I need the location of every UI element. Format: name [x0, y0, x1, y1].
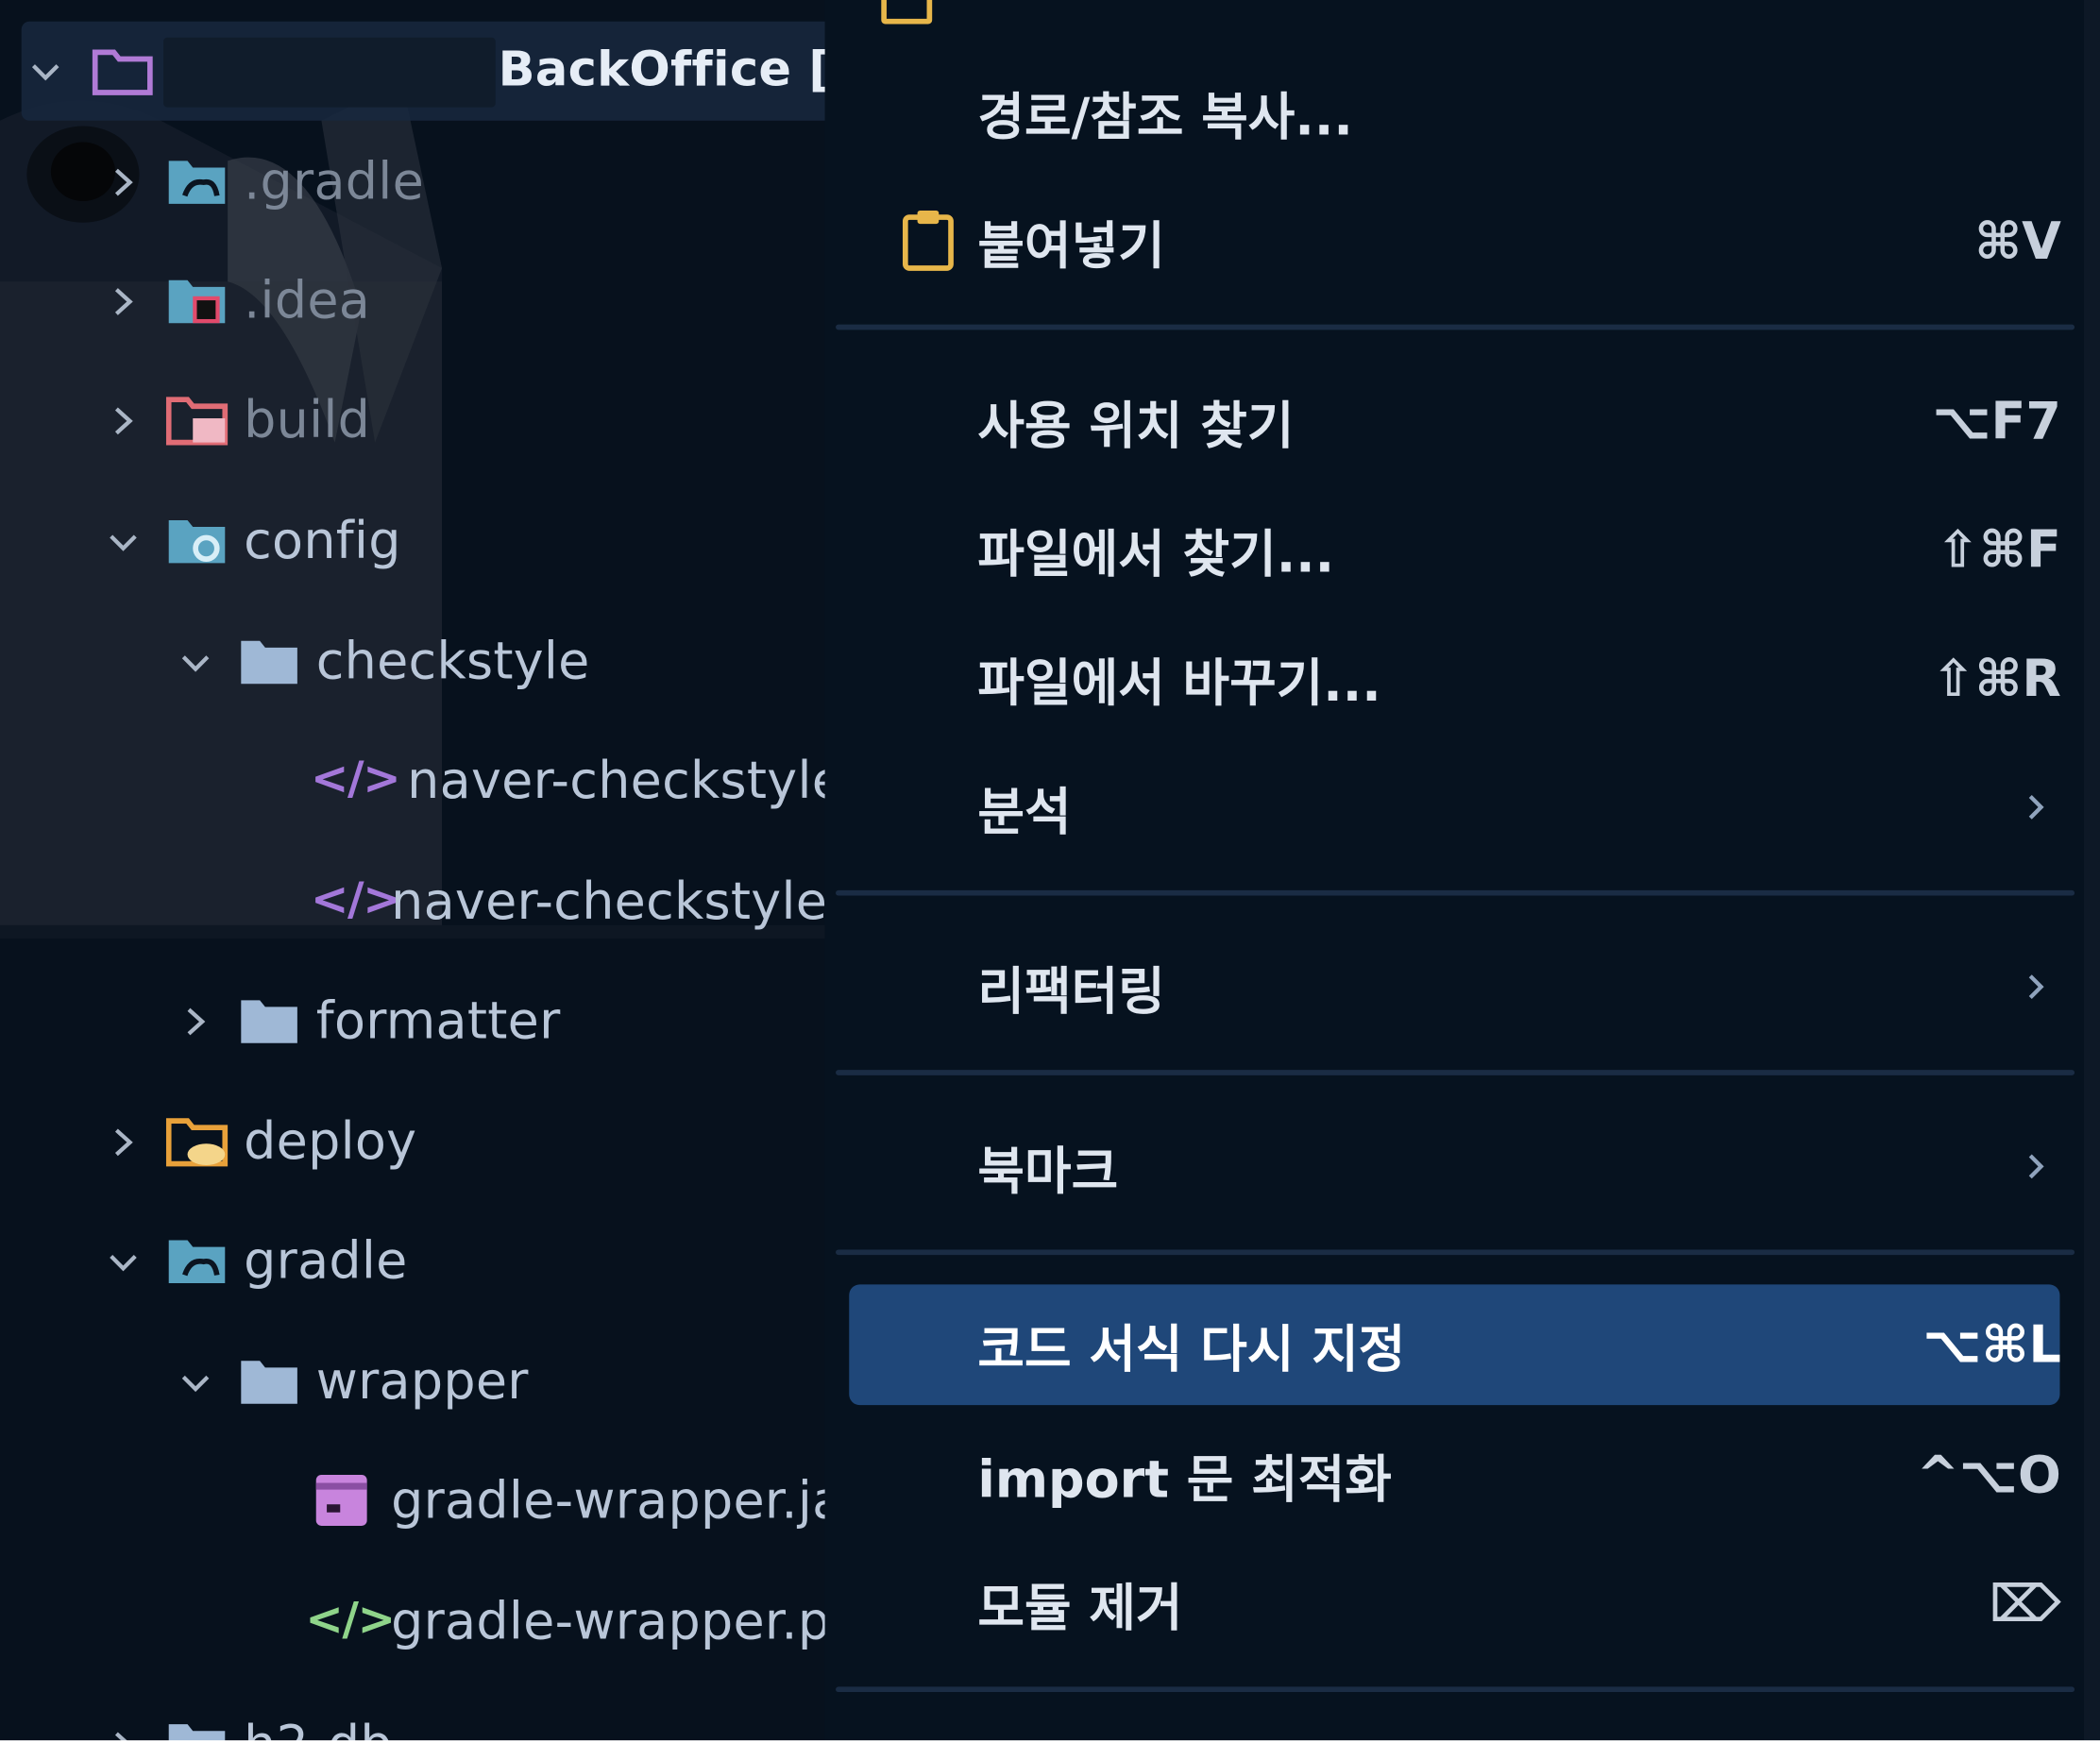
tree-item-formatter[interactable]: formatter: [0, 981, 825, 1061]
menu-separator: [836, 324, 2075, 330]
tree-item-dot-gradle[interactable]: .gradle: [0, 143, 825, 223]
menu-item-find-in-files[interactable]: 파일에서 찾기... ⇧⌘F: [849, 496, 2061, 603]
tree-item-naver-checkstyle-2[interactable]: </> naver-checkstyle-: [0, 862, 825, 942]
tree-item-label: h2-db: [244, 1715, 393, 1743]
tree-item-config[interactable]: config: [0, 501, 825, 582]
menu-item-replace-in-files[interactable]: 파일에서 바꾸기... ⇧⌘R: [849, 625, 2061, 733]
tree-item-label: checkstyle: [315, 631, 590, 691]
tree-item-h2-db[interactable]: h2-db: [0, 1705, 825, 1743]
screenshot-stage: BackOffice [B .gradle .idea: [0, 0, 2100, 1743]
chevron-down-icon[interactable]: [107, 526, 139, 558]
tree-item-checkstyle[interactable]: checkstyle: [0, 622, 825, 702]
chevron-right-icon[interactable]: [107, 166, 139, 198]
build-folder-icon: [165, 394, 230, 448]
menu-item-label: 북마크: [977, 1142, 1119, 1201]
menu-item-shortcut: ⌥F7: [1932, 391, 2061, 451]
tree-item-label: .gradle: [244, 151, 425, 212]
chevron-down-icon[interactable]: [107, 1245, 139, 1278]
menu-item-paste[interactable]: 붙여넣기 ⌘V: [849, 188, 2061, 296]
menu-item-find-usages[interactable]: 사용 위치 찾기 ⌥F7: [849, 367, 2061, 475]
module-folder-icon: [91, 44, 155, 98]
jar-file-icon: [313, 1475, 378, 1529]
deploy-folder-icon: [165, 1115, 230, 1169]
chevron-right-icon[interactable]: [107, 285, 139, 317]
submenu-arrow-icon: [2025, 789, 2047, 824]
tree-item-label: gradle-wrapper.p: [391, 1591, 825, 1651]
xml-file-icon: </>: [311, 872, 401, 927]
tree-item-gradle-wrapper-properties[interactable]: </> gradle-wrapper.p: [0, 1582, 825, 1663]
menu-item-shortcut: ⌥⌘L: [1922, 1315, 2061, 1375]
tree-item-build[interactable]: build: [0, 381, 825, 461]
folder-icon: [238, 1356, 302, 1410]
menu-item-label: 사용 위치 찾기: [977, 396, 1295, 456]
tree-item-label: build: [244, 390, 371, 449]
editor-gutter-strip: [2083, 0, 2100, 1743]
folder-icon: [166, 1718, 230, 1743]
chevron-right-icon[interactable]: [107, 1126, 139, 1159]
folder-icon: [238, 635, 302, 689]
menu-item-label: 파일에서 찾기...: [977, 524, 1335, 584]
clipboard-icon: [900, 210, 958, 274]
chevron-right-icon[interactable]: [107, 405, 139, 437]
tree-item-label: naver-checkstyle-: [391, 872, 825, 931]
menu-item-analyze[interactable]: 분석: [849, 753, 2059, 861]
folder-icon: [238, 995, 302, 1049]
menu-item-label: 모듈 제거: [977, 1579, 1183, 1638]
tree-item-naver-checkstyle-1[interactable]: </> naver-checkstyle: [0, 741, 825, 821]
menu-item-label: 코드 서식 다시 지정: [977, 1319, 1406, 1379]
tree-root-row[interactable]: BackOffice [B: [21, 21, 825, 121]
menu-item-label: import 문 최적화: [977, 1449, 1392, 1510]
tree-item-label: config: [244, 511, 401, 570]
menu-item-label: 분석: [977, 782, 1072, 842]
tree-item-gradle[interactable]: gradle: [0, 1222, 825, 1302]
menu-separator: [836, 1070, 2075, 1075]
tree-root-label: BackOffice [B: [498, 42, 825, 98]
xml-file-icon: </>: [311, 752, 401, 806]
tree-item-label: naver-checkstyle: [407, 751, 825, 810]
chevron-down-icon[interactable]: [29, 55, 61, 87]
menu-item-shortcut: ⌘V: [1974, 212, 2061, 271]
menu-item-label: 붙여넣기: [977, 216, 1165, 276]
context-menu: 경로/참조 복사... 붙여넣기 ⌘V 사용 위치 찾기 ⌥F7 파일에서 찾기…: [824, 0, 2100, 1743]
clipboard-icon: [881, 0, 933, 25]
gradle-folder-icon: [166, 156, 230, 210]
tree-item-label: gradle: [244, 1230, 408, 1291]
tree-item-label: deploy: [244, 1111, 417, 1171]
submenu-arrow-icon: [2025, 970, 2047, 1005]
menu-item-refactor[interactable]: 리팩터링: [849, 933, 2059, 1041]
submenu-arrow-icon: [2025, 1149, 2047, 1184]
project-tree-panel: BackOffice [B .gradle .idea: [0, 0, 825, 1743]
menu-item-reformat-code[interactable]: 코드 서식 다시 지정 ⌥⌘L: [849, 1284, 2061, 1406]
tree-item-wrapper[interactable]: wrapper: [0, 1342, 825, 1422]
tree-item-label: wrapper: [315, 1351, 529, 1412]
menu-item-optimize-imports[interactable]: import 문 최적화 ^⌥O: [849, 1421, 2061, 1529]
menu-item-copy-path[interactable]: 경로/참조 복사...: [849, 59, 2059, 166]
menu-item-shortcut: ⌦: [1989, 1574, 2061, 1633]
menu-item-shortcut: ^⌥O: [1916, 1445, 2061, 1505]
menu-item-remove-module[interactable]: 모듈 제거 ⌦: [849, 1550, 2061, 1658]
chevron-down-icon[interactable]: [179, 1366, 212, 1398]
idea-folder-icon: [166, 275, 230, 329]
menu-item-label: 경로/참조 복사...: [977, 88, 1353, 147]
menu-item-shortcut: ⇧⌘R: [1932, 649, 2061, 708]
menu-separator: [836, 889, 2075, 896]
menu-item-label: 파일에서 바꾸기...: [977, 653, 1381, 713]
menu-item-bookmarks[interactable]: 북마크: [849, 1113, 2059, 1221]
tree-item-label: gradle-wrapper.ja: [391, 1470, 825, 1531]
gradle-folder-icon: [166, 1235, 230, 1289]
redacted-path: [163, 37, 496, 108]
config-folder-icon: [166, 515, 230, 568]
properties-file-icon: </>: [305, 1592, 396, 1647]
chevron-down-icon[interactable]: [179, 646, 212, 678]
tree-item-gradle-wrapper-jar[interactable]: gradle-wrapper.ja: [0, 1462, 825, 1542]
chevron-right-icon[interactable]: [179, 1006, 212, 1038]
menu-separator: [836, 1249, 2075, 1256]
tree-item-dot-idea[interactable]: .idea: [0, 262, 825, 342]
menu-separator: [836, 1686, 2075, 1693]
menu-item-shortcut: ⇧⌘F: [1936, 519, 2061, 580]
tree-item-label: formatter: [315, 990, 561, 1051]
menu-item-label: 리팩터링: [977, 961, 1165, 1022]
tree-item-label: .idea: [244, 271, 371, 330]
tree-item-deploy[interactable]: deploy: [0, 1102, 825, 1182]
